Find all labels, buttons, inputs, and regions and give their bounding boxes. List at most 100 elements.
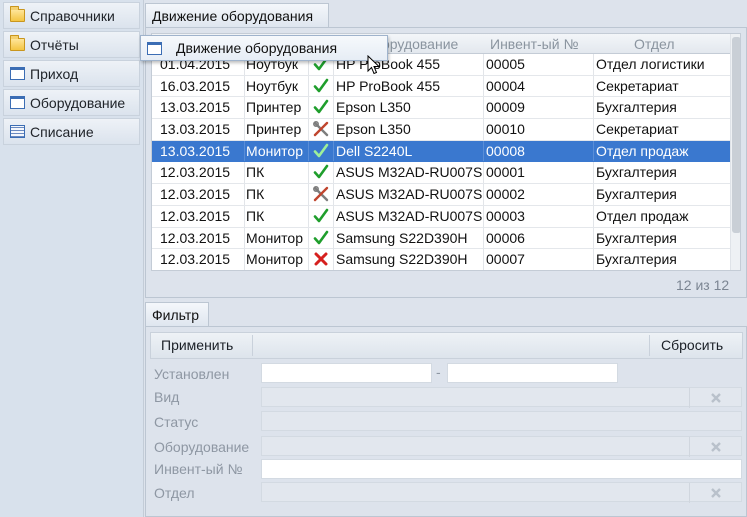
sidebar: Справочники Отчёты Приход Оборудование С…	[0, 0, 144, 517]
column-header-department[interactable]: Отдел	[634, 36, 675, 52]
kind-label: Вид	[154, 389, 180, 405]
cell-kind: Монитор	[246, 142, 303, 159]
status-select[interactable]	[261, 411, 742, 431]
drag-preview-label: Движение оборудования	[176, 40, 338, 56]
table-row[interactable]: 13.03.2015 Принтер Epson L350 00009 Бухг…	[152, 97, 730, 120]
table-row[interactable]: 12.03.2015 ПК ASUS M32AD-RU007S 00002 Бу…	[152, 184, 730, 206]
clear-kind-button[interactable]	[689, 388, 741, 408]
table-row[interactable]: 12.03.2015 ПК ASUS M32AD-RU007S 00003 От…	[152, 205, 730, 228]
table-row[interactable]: 13.03.2015 Принтер Epson L350 00010 Секр…	[152, 119, 730, 141]
table-row[interactable]: 16.03.2015 Ноутбук HP ProBook 455 00004 …	[152, 75, 730, 98]
filter-toolbar: Применить Сбросить	[150, 332, 743, 359]
cell-kind: Ноутбук	[246, 77, 298, 94]
checkmark-icon	[312, 142, 334, 163]
window-icon	[10, 96, 25, 109]
checkmark-icon	[312, 163, 334, 184]
department-select[interactable]	[261, 482, 742, 503]
toolbar-separator	[252, 335, 253, 356]
cell-equipment: Epson L350	[336, 121, 411, 138]
checkmark-icon	[312, 207, 334, 228]
equipment-select[interactable]	[261, 436, 742, 457]
cell-inventory-number: 00007	[486, 251, 525, 268]
close-icon	[710, 393, 721, 403]
tools-icon	[312, 120, 334, 141]
cell-date: 13.03.2015	[160, 99, 231, 116]
cell-department: Бухгалтерия	[596, 229, 677, 246]
table-row[interactable]: 12.03.2015 Монитор Samsung S22D390H 0000…	[152, 227, 730, 250]
cell-department: Секретариат	[596, 121, 679, 138]
folder-icon	[10, 35, 25, 51]
cell-department: Секретариат	[596, 77, 679, 94]
cell-department: Бухгалтерия	[596, 251, 677, 268]
cell-department: Отдел продаж	[596, 142, 689, 159]
table-scrollbar[interactable]	[730, 34, 740, 270]
movement-table: орудование Инвент-ый № Отдел 01.04.2015 …	[151, 33, 741, 271]
drag-tab-preview: Движение оборудования	[140, 35, 388, 61]
sidebar-item-reports[interactable]: Отчёты	[3, 31, 140, 58]
cell-date: 12.03.2015	[160, 164, 231, 181]
cell-equipment: ASUS M32AD-RU007S	[336, 186, 482, 203]
apply-button[interactable]: Применить	[161, 337, 233, 353]
clear-department-button[interactable]	[689, 483, 741, 503]
cell-department: Отдел логистики	[596, 56, 705, 72]
sidebar-item-receipt[interactable]: Приход	[3, 60, 140, 87]
cell-date: 12.03.2015	[160, 251, 231, 268]
table-row[interactable]: 13.03.2015 Монитор Dell S2240L 00008 Отд…	[152, 140, 730, 163]
column-header-equipment[interactable]: орудование	[382, 36, 458, 52]
sidebar-item-writeoff[interactable]: Списание	[3, 118, 140, 145]
column-header-inventory[interactable]: Инвент-ый №	[490, 36, 578, 52]
clear-equipment-button[interactable]	[689, 437, 741, 457]
cell-equipment: Samsung S22D390H	[336, 251, 468, 268]
folder-icon	[10, 6, 25, 22]
table-row[interactable]: 12.03.2015 Монитор Samsung S22D390H 0000…	[152, 249, 730, 270]
window-icon	[147, 41, 162, 55]
tab-equipment-movement[interactable]: Движение оборудования	[145, 3, 329, 27]
window-icon	[10, 67, 25, 80]
equipment-label: Оборудование	[154, 439, 250, 455]
cell-inventory-number: 00003	[486, 207, 525, 224]
cell-date: 16.03.2015	[160, 77, 231, 94]
cell-inventory-number: 00006	[486, 229, 525, 246]
sheet-icon	[10, 125, 25, 138]
installed-to-input[interactable]	[447, 363, 618, 383]
cell-date: 13.03.2015	[160, 121, 231, 138]
tools-icon	[312, 185, 334, 206]
record-counter: 12 из 12	[676, 277, 730, 293]
cell-kind: Монитор	[246, 229, 303, 246]
cell-date: 12.03.2015	[160, 207, 231, 224]
sidebar-item-label: Оборудование	[30, 94, 126, 111]
close-icon	[710, 442, 721, 452]
cell-kind: Принтер	[246, 99, 302, 116]
inventory-input[interactable]	[261, 459, 742, 479]
cell-inventory-number: 00004	[486, 77, 525, 94]
cell-date: 12.03.2015	[160, 229, 231, 246]
sidebar-item-directories[interactable]: Справочники	[3, 2, 140, 29]
cell-department: Бухгалтерия	[596, 186, 677, 203]
cell-department: Бухгалтерия	[596, 164, 677, 181]
cell-department: Бухгалтерия	[596, 99, 677, 116]
tab-filter[interactable]: Фильтр	[145, 302, 209, 326]
cell-equipment: Epson L350	[336, 99, 411, 116]
installed-from-input[interactable]	[261, 363, 432, 383]
table-body: 01.04.2015 Ноутбук HP ProBook 455 00005 …	[152, 54, 730, 270]
sidebar-item-equipment[interactable]: Оборудование	[3, 89, 140, 116]
inventory-label: Инвент-ый №	[154, 461, 243, 477]
cell-kind: ПК	[246, 164, 265, 181]
toolbar-separator	[649, 335, 650, 356]
cell-inventory-number: 00002	[486, 186, 525, 203]
scrollbar-thumb[interactable]	[732, 37, 740, 233]
cell-kind: ПК	[246, 207, 265, 224]
cell-kind: ПК	[246, 186, 265, 203]
table-row[interactable]: 12.03.2015 ПК ASUS M32AD-RU007S 00001 Бу…	[152, 162, 730, 185]
sidebar-item-label: Списание	[30, 123, 94, 140]
cell-inventory-number: 00010	[486, 121, 525, 138]
status-label: Статус	[154, 414, 199, 430]
cell-inventory-number: 00008	[486, 142, 525, 159]
sidebar-item-label: Приход	[30, 65, 79, 82]
cell-department: Отдел продаж	[596, 207, 689, 224]
kind-select[interactable]	[261, 387, 742, 408]
cell-equipment: HP ProBook 455	[336, 77, 441, 94]
cell-equipment: Dell S2240L	[336, 142, 413, 159]
sidebar-item-label: Отчёты	[30, 36, 79, 53]
reset-button[interactable]: Сбросить	[661, 337, 723, 353]
